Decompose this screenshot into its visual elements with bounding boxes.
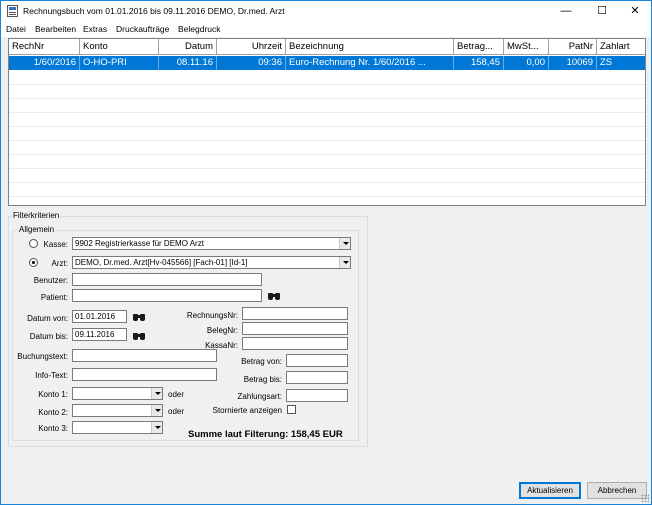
row-separator <box>9 112 645 113</box>
arzt-label: Arzt: <box>51 259 68 268</box>
kasse-value: 9902 Registrierkasse für DEMO Arzt <box>75 239 204 248</box>
column-header-patnr[interactable]: PatNr <box>549 39 597 55</box>
chevron-down-icon[interactable] <box>151 405 162 416</box>
column-header-bezeichnung[interactable]: Bezeichnung <box>286 39 454 55</box>
patient-field[interactable] <box>72 289 262 302</box>
cell-betrag: 158,45 <box>454 56 504 70</box>
cell-datum: 08.11.16 <box>159 56 217 70</box>
aktualisieren-button[interactable]: Aktualisieren <box>519 482 581 499</box>
ledger-icon <box>7 5 18 17</box>
row-separator <box>9 126 645 127</box>
menu-druckauftraege[interactable]: Druckaufträge <box>116 24 169 34</box>
stornierte-checkbox[interactable] <box>287 405 296 414</box>
cell-patnr: 10069 <box>549 56 597 70</box>
patient-label: Patient: <box>40 293 68 302</box>
title-bar[interactable]: Rechnungsbuch vom 01.01.2016 bis 09.11.2… <box>1 1 651 22</box>
row-separator <box>9 168 645 169</box>
column-header-mwst[interactable]: MwSt... <box>504 39 549 55</box>
arzt-dropdown[interactable]: DEMO, Dr.med. Arzt[Hv-045566] [Fach-01] … <box>72 256 351 269</box>
buchungstext-label: Buchungstext: <box>17 352 68 361</box>
cell-uhrzeit: 09:36 <box>217 56 286 70</box>
minimize-button[interactable]: — <box>549 1 583 22</box>
chevron-down-icon[interactable] <box>339 238 350 249</box>
summe-label: Summe laut Filterung: 158,45 EUR <box>188 429 343 440</box>
betrag-bis-label: Betrag bis: <box>243 375 282 384</box>
grid-header: RechNr Konto Datum Uhrzeit Bezeichnung B… <box>9 39 645 55</box>
kasse-dropdown[interactable]: 9902 Registrierkasse für DEMO Arzt <box>72 237 351 250</box>
row-separator <box>9 196 645 197</box>
chevron-down-icon[interactable] <box>151 422 162 433</box>
column-header-datum[interactable]: Datum <box>159 39 217 55</box>
binoculars-icon[interactable] <box>133 331 145 340</box>
konto3-label: Konto 3: <box>38 424 68 433</box>
betrag-von-label: Betrag von: <box>241 357 282 366</box>
menu-belegdruck[interactable]: Belegdruck <box>178 24 221 34</box>
column-header-konto[interactable]: Konto <box>80 39 159 55</box>
binoculars-icon[interactable] <box>268 291 280 300</box>
benutzer-label: Benutzer: <box>33 276 68 285</box>
arzt-value: DEMO, Dr.med. Arzt[Hv-045566] [Fach-01] … <box>75 258 248 267</box>
maximize-button[interactable]: ☐ <box>585 1 619 22</box>
zahlungsart-label: Zahlungsart: <box>237 392 282 401</box>
cell-mwst: 0,00 <box>504 56 549 70</box>
binoculars-icon[interactable] <box>133 312 145 321</box>
rechnungsnr-label: RechnungsNr: <box>186 311 238 320</box>
konto2-dropdown[interactable] <box>72 404 163 417</box>
table-row[interactable]: 1/60/2016 O-HO-PRI 08.11.16 09:36 Euro-R… <box>9 56 645 70</box>
filterkriterien-legend: Filterkriterien <box>12 211 61 220</box>
menu-bearbeiten[interactable]: Bearbeiten <box>35 24 76 34</box>
cell-konto: O-HO-PRI <box>80 56 159 70</box>
close-button[interactable]: ✕ <box>618 1 652 22</box>
kasse-label: Kasse: <box>43 240 68 249</box>
resize-grip[interactable] <box>641 494 649 502</box>
window-title: Rechnungsbuch vom 01.01.2016 bis 09.11.2… <box>23 6 285 16</box>
belegnr-label: BelegNr: <box>206 326 238 335</box>
oder-label: oder <box>168 407 185 416</box>
kassanr-field[interactable] <box>242 337 348 350</box>
chevron-down-icon[interactable] <box>339 257 350 268</box>
konto1-label: Konto 1: <box>38 390 68 399</box>
chevron-down-icon[interactable] <box>151 388 162 399</box>
row-separator <box>9 154 645 155</box>
zahlungsart-field[interactable] <box>286 389 348 402</box>
invoice-grid[interactable]: RechNr Konto Datum Uhrzeit Bezeichnung B… <box>8 38 646 206</box>
buchungstext-field[interactable] <box>72 349 217 362</box>
row-separator <box>9 140 645 141</box>
rechnungsnr-field[interactable] <box>242 307 348 320</box>
benutzer-field[interactable] <box>72 273 262 286</box>
column-header-zahlart[interactable]: Zahlart <box>597 39 645 55</box>
datum-von-label: Datum von: <box>27 314 68 323</box>
abbrechen-button[interactable]: Abbrechen <box>587 482 647 499</box>
cell-rechnr: 1/60/2016 <box>9 56 80 70</box>
datum-bis-label: Datum bis: <box>29 332 68 341</box>
datum-bis-field[interactable]: 09.11.2016 <box>72 328 127 341</box>
row-separator <box>9 182 645 183</box>
datum-von-field[interactable]: 01.01.2016 <box>72 310 127 323</box>
betrag-von-field[interactable] <box>286 354 348 367</box>
cell-bezeichnung: Euro-Rechnung Nr. 1/60/2016 ... <box>286 56 454 70</box>
stornierte-label: Stornierte anzeigen <box>212 406 282 415</box>
info-text-field[interactable] <box>72 368 217 381</box>
oder-label: oder <box>168 390 185 399</box>
konto2-label: Konto 2: <box>38 408 68 417</box>
row-separator <box>9 84 645 85</box>
menu-datei[interactable]: Datei <box>6 24 26 34</box>
betrag-bis-field[interactable] <box>286 371 348 384</box>
column-header-rechnr[interactable]: RechNr <box>9 39 80 55</box>
belegnr-field[interactable] <box>242 322 348 335</box>
column-header-uhrzeit[interactable]: Uhrzeit <box>217 39 286 55</box>
cell-zahlart: ZS <box>600 57 613 68</box>
info-text-label: Info-Text: <box>35 371 68 380</box>
menu-extras[interactable]: Extras <box>83 24 107 34</box>
row-separator <box>9 98 645 99</box>
konto1-dropdown[interactable] <box>72 387 163 400</box>
menu-bar: Datei Bearbeiten Extras Druckaufträge Be… <box>1 22 651 37</box>
konto3-dropdown[interactable] <box>72 421 163 434</box>
allgemein-legend: Allgemein <box>18 225 56 234</box>
column-header-betrag[interactable]: Betrag... <box>454 39 504 55</box>
rechnungsbuch-window: Rechnungsbuch vom 01.01.2016 bis 09.11.2… <box>0 0 652 505</box>
